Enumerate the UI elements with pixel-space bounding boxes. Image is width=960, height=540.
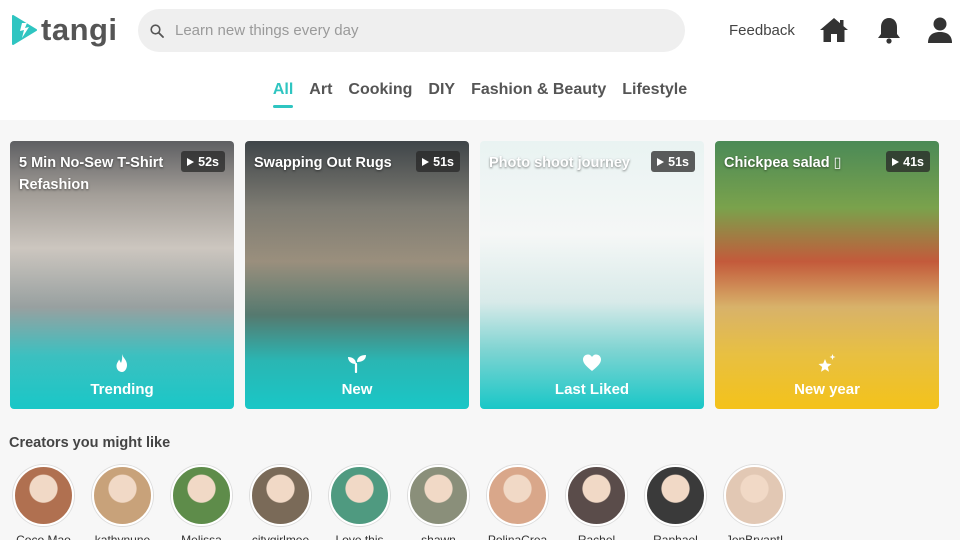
video-title: 5 Min No-Sew T-Shirt Refashion [19,155,164,193]
tab-lifestyle[interactable]: Lifestyle [614,79,695,105]
user-profile-icon[interactable] [925,16,955,44]
sparkle-star-icon [818,354,836,372]
video-title: Photo shoot journey [489,155,630,171]
tangi-logo-icon [12,15,37,45]
video-card-last-liked[interactable]: Photo shoot journey 51s Last Liked [480,141,704,409]
creator-item[interactable]: shawn [408,465,469,540]
category-tabs: All Art Cooking DIY Fashion & Beauty Lif… [0,79,960,108]
duration-badge: 52s [181,151,225,172]
creator-item[interactable]: PolinaCrea [487,465,548,540]
creator-name: citygirlmee [251,533,310,540]
tab-diy[interactable]: DIY [420,79,463,105]
heart-icon [583,354,601,371]
creator-avatar[interactable] [329,465,390,526]
video-card-trending[interactable]: 5 Min No-Sew T-Shirt Refashion 52s Trend… [10,141,234,409]
card-category-label: New [341,381,373,398]
tangi-logo[interactable]: tangi [10,14,118,46]
creator-item[interactable]: Love this [329,465,390,540]
play-icon [892,157,900,166]
creator-item[interactable]: JenBryantI [724,465,785,540]
creator-name: PolinaCrea [487,533,548,540]
duration-text: 41s [903,154,924,169]
creator-name: shawn [421,533,456,540]
creator-name: Raphael [653,533,698,540]
creator-name: Melissa [181,533,222,540]
creator-avatar[interactable] [250,465,311,526]
tab-art[interactable]: Art [301,79,340,105]
creator-item[interactable]: Coco Mao [13,465,74,540]
creator-name: Coco Mao [16,533,71,540]
duration-badge: 51s [416,151,460,172]
sprout-icon [348,355,366,373]
creators-section-title: Creators you might like [9,435,171,451]
video-card-new-year[interactable]: Chickpea salad ▯ 41s New year [715,141,939,409]
duration-text: 51s [668,154,689,169]
play-icon [657,157,665,166]
creator-item[interactable]: kathynune [92,465,153,540]
creators-list: Coco Mao kathynune Melissa citygirlmee Love … [13,465,785,540]
creator-item[interactable]: Rachel [566,465,627,540]
category-tabs-bar: All Art Cooking DIY Fashion & Beauty Lif… [0,62,960,120]
card-category-label: Trending [90,381,154,398]
tab-fashion-beauty[interactable]: Fashion & Beauty [463,79,614,105]
creator-avatar[interactable] [487,465,548,526]
creator-avatar[interactable] [566,465,627,526]
home-icon[interactable] [819,16,849,44]
bell-icon[interactable] [874,16,904,44]
video-title: Chickpea salad ▯ [724,155,842,171]
video-title: Swapping Out Rugs [254,155,392,171]
creator-avatar[interactable] [408,465,469,526]
creator-name: JenBryantI [725,533,784,540]
creator-avatar[interactable] [171,465,232,526]
creator-item[interactable]: citygirlmee [250,465,311,540]
card-category-label: Last Liked [554,381,630,398]
creator-name: kathynune [94,533,151,540]
duration-text: 51s [433,154,454,169]
search-input[interactable] [175,22,655,39]
creator-item[interactable]: Melissa [171,465,232,540]
play-icon [422,157,430,166]
creator-name: Love this [335,533,384,540]
video-cards-row: 5 Min No-Sew T-Shirt Refashion 52s Trend… [10,141,939,409]
play-icon [187,157,195,166]
creator-avatar[interactable] [724,465,785,526]
creator-avatar[interactable] [92,465,153,526]
flame-icon [116,354,127,372]
duration-badge: 41s [886,151,930,172]
duration-text: 52s [198,154,219,169]
video-card-new[interactable]: Swapping Out Rugs 51s New [245,141,469,409]
creator-name: Rachel [577,533,616,540]
tab-cooking[interactable]: Cooking [340,79,420,105]
search-bar[interactable] [138,9,685,52]
creator-avatar[interactable] [645,465,706,526]
creator-avatar[interactable] [13,465,74,526]
brand-name: tangi [41,12,118,47]
search-icon [150,23,164,38]
feedback-link[interactable]: Feedback [729,22,795,39]
card-category-label: New year [794,381,860,398]
tab-all[interactable]: All [265,79,301,108]
top-bar: tangi Feedback [0,0,960,62]
duration-badge: 51s [651,151,695,172]
creator-item[interactable]: Raphael [645,465,706,540]
